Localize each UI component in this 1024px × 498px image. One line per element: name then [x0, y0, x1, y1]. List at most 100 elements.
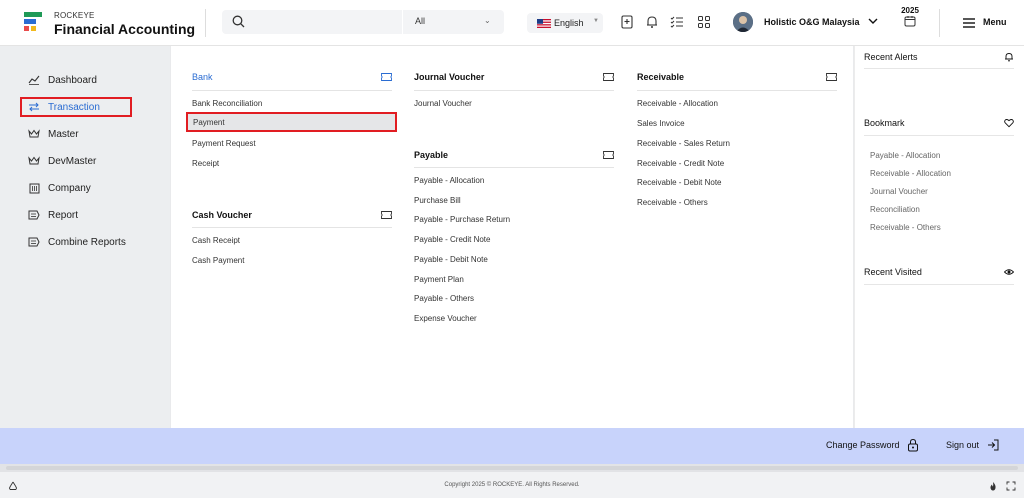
- section-divider: [414, 167, 614, 168]
- year-label: 2025: [901, 6, 919, 15]
- heart-icon[interactable]: [1004, 118, 1014, 128]
- search-separator: [402, 10, 403, 34]
- menu-link-cash-payment[interactable]: Cash Payment: [192, 256, 244, 265]
- sidebar-item-dashboard[interactable]: Dashboard: [20, 70, 132, 90]
- fullscreen-icon[interactable]: [1006, 481, 1016, 491]
- bookmark-item[interactable]: Journal Voucher: [870, 187, 928, 196]
- menu-link-receivable-sales-return[interactable]: Receivable - Sales Return: [637, 139, 730, 148]
- sidebar-item-devmaster[interactable]: DevMaster: [20, 151, 132, 171]
- bell-icon[interactable]: [645, 14, 659, 30]
- section-divider: [864, 135, 1014, 136]
- bell-icon[interactable]: [1004, 52, 1014, 62]
- checklist-icon[interactable]: [670, 14, 684, 30]
- section-header-bank: Bank: [192, 72, 392, 86]
- bookmark-icon[interactable]: [620, 14, 634, 30]
- header-divider: [205, 9, 206, 37]
- avatar[interactable]: [733, 12, 753, 32]
- swap-icon: [28, 101, 40, 113]
- sidebar-item-transaction[interactable]: Transaction: [20, 97, 132, 117]
- chevron-down-icon[interactable]: [866, 14, 880, 28]
- menu-link-payment-request[interactable]: Payment Request: [192, 139, 256, 148]
- sidebar-item-label: Report: [48, 209, 79, 221]
- sign-out-button[interactable]: Sign out: [946, 440, 979, 450]
- section-header-cash-voucher: Cash Voucher: [192, 210, 392, 224]
- horizontal-scrollbar[interactable]: [0, 464, 1024, 472]
- menu-link-payment-plan[interactable]: Payment Plan: [414, 275, 464, 284]
- status-bar: Copyright 2025 © ROCKEYE. All Rights Res…: [0, 472, 1024, 498]
- section-divider: [192, 90, 392, 91]
- lock-icon[interactable]: [906, 438, 920, 452]
- section-header-receivable: Receivable: [637, 72, 837, 86]
- menu-link-payable-others[interactable]: Payable - Others: [414, 294, 474, 303]
- eye-icon[interactable]: [1004, 267, 1014, 277]
- report-icon: [28, 209, 40, 221]
- menu-link-sales-invoice[interactable]: Sales Invoice: [637, 119, 685, 128]
- user-photo-icon: [733, 12, 753, 32]
- apps-grid-icon[interactable]: [697, 14, 711, 30]
- menu-link-expense-voucher[interactable]: Expense Voucher: [414, 314, 477, 323]
- sidebar-item-master[interactable]: Master: [20, 124, 132, 144]
- rockeye-logo-icon[interactable]: [24, 12, 42, 34]
- menu-link-receivable-allocation[interactable]: Receivable - Allocation: [637, 99, 718, 108]
- bookmark-item[interactable]: Reconciliation: [870, 205, 920, 214]
- recent-visited-title: Recent Visited: [864, 267, 922, 277]
- sidebar-item-label: Transaction: [48, 101, 100, 113]
- menu-link-receipt[interactable]: Receipt: [192, 159, 219, 168]
- language-select[interactable]: English ▼: [527, 13, 603, 33]
- section-divider: [414, 90, 614, 91]
- bookmark-title: Bookmark: [864, 118, 905, 128]
- recent-alerts-title: Recent Alerts: [864, 52, 918, 62]
- hamburger-menu-icon[interactable]: [962, 17, 976, 29]
- menu-link-receivable-debit-note[interactable]: Receivable - Debit Note: [637, 178, 721, 187]
- scrollbar-thumb[interactable]: [6, 466, 1018, 470]
- sidebar-item-label: Combine Reports: [48, 236, 126, 248]
- brand-top-label: ROCKEYE: [54, 11, 95, 20]
- logout-icon[interactable]: [986, 438, 1000, 452]
- bookmark-item[interactable]: Payable - Allocation: [870, 151, 940, 160]
- recent-visited-header: Recent Visited: [864, 267, 1014, 281]
- section-header-journal-voucher: Journal Voucher: [414, 72, 614, 86]
- menu-link-bank-reconciliation[interactable]: Bank Reconciliation: [192, 99, 262, 108]
- bookmark-item[interactable]: Receivable - Others: [870, 223, 941, 232]
- menu-link-payable-allocation[interactable]: Payable - Allocation: [414, 176, 484, 185]
- language-label: English: [554, 18, 584, 28]
- us-flag-icon: [537, 19, 551, 28]
- report-icon: [28, 236, 40, 248]
- menu-link-payment[interactable]: Payment: [186, 112, 397, 132]
- section-divider: [637, 90, 837, 91]
- sidebar-item-label: Dashboard: [48, 74, 97, 86]
- section-title-bank: Bank: [192, 72, 213, 82]
- menu-button[interactable]: Menu: [983, 17, 1007, 27]
- year-selector[interactable]: 2025: [898, 6, 922, 29]
- section-title-payable: Payable: [414, 150, 449, 160]
- sidebar-item-label: DevMaster: [48, 155, 97, 167]
- menu-link-receivable-others[interactable]: Receivable - Others: [637, 198, 708, 207]
- change-password-button[interactable]: Change Password: [826, 440, 900, 450]
- flame-icon[interactable]: [988, 481, 998, 491]
- building-icon: [28, 182, 40, 194]
- search-input[interactable]: All ⌄: [222, 10, 504, 34]
- sidebar-item-label: Master: [48, 128, 79, 140]
- menu-link-payable-debit-note[interactable]: Payable - Debit Note: [414, 255, 488, 264]
- chevron-down-icon[interactable]: ⌄: [484, 16, 491, 25]
- sidebar-item-label: Company: [48, 182, 91, 194]
- sidebar-item-company[interactable]: Company: [20, 178, 132, 198]
- ticket-icon: [603, 73, 614, 81]
- account-action-bar: Change Password Sign out: [0, 428, 1024, 464]
- sidebar-item-combine-reports[interactable]: Combine Reports: [20, 232, 132, 252]
- menu-link-payable-purchase-return[interactable]: Payable - Purchase Return: [414, 215, 510, 224]
- section-divider: [192, 227, 392, 228]
- company-name[interactable]: Holistic O&G Malaysia: [764, 17, 860, 27]
- ticket-icon: [381, 73, 392, 81]
- menu-link-purchase-bill[interactable]: Purchase Bill: [414, 196, 461, 205]
- menu-link-journal-voucher[interactable]: Journal Voucher: [414, 99, 472, 108]
- section-title-cash-voucher: Cash Voucher: [192, 210, 252, 220]
- bookmark-item[interactable]: Receivable - Allocation: [870, 169, 951, 178]
- search-scope-select[interactable]: All: [415, 16, 425, 26]
- menu-link-cash-receipt[interactable]: Cash Receipt: [192, 236, 240, 245]
- menu-link-payable-credit-note[interactable]: Payable - Credit Note: [414, 235, 490, 244]
- menu-link-receivable-credit-note[interactable]: Receivable - Credit Note: [637, 159, 724, 168]
- sidebar-item-report[interactable]: Report: [20, 205, 132, 225]
- section-title-receivable: Receivable: [637, 72, 685, 82]
- top-header: ROCKEYE Financial Accounting All ⌄ Engli…: [0, 0, 1024, 46]
